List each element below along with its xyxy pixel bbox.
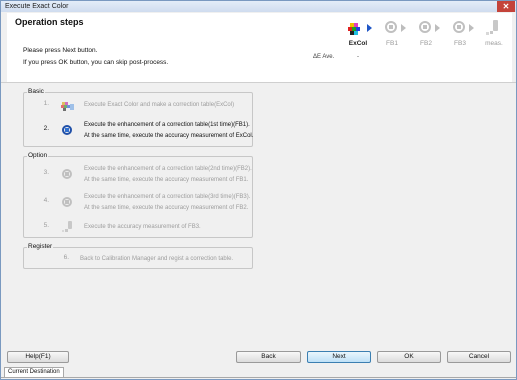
- step-header-label: FB1: [386, 40, 398, 47]
- delta-e-value: -: [357, 54, 359, 60]
- step-header-fb2: FB2: [411, 17, 441, 51]
- arrow-right-icon: [435, 24, 440, 32]
- arrow-right-icon: [401, 24, 406, 32]
- basic-group-label: Basic: [27, 88, 45, 95]
- header-divider: [1, 82, 516, 83]
- option-group-label: Option: [27, 152, 49, 159]
- step-text-secondary: At the same time, execute the accuracy m…: [84, 205, 249, 211]
- step-header-label: meas.: [485, 40, 503, 47]
- instruction-line-1: Please press Next button.: [23, 47, 98, 54]
- step-header-label: FB2: [420, 40, 432, 47]
- refresh-cycle-icon: [60, 123, 76, 137]
- step-text-secondary: At the same time, execute the accuracy m…: [84, 133, 254, 139]
- refresh-cycle-icon: [60, 167, 76, 181]
- step-header-label: FB3: [454, 40, 466, 47]
- step-number: 6.: [63, 254, 69, 261]
- close-button[interactable]: ✕: [497, 1, 515, 12]
- ok-button[interactable]: OK: [377, 351, 441, 363]
- step-header-meas: meas.: [479, 17, 509, 51]
- header-panel: Operation steps Please press Next button…: [7, 13, 512, 82]
- register-group-label: Register: [27, 243, 54, 250]
- step-row-5: 5. Execute the accuracy measurement of F…: [24, 220, 252, 236]
- status-divider: [1, 377, 516, 378]
- step-number: 4.: [43, 197, 49, 204]
- step-text: Back to Calibration Manager and regist a…: [80, 256, 234, 262]
- step-header-label: ExCol: [348, 40, 368, 47]
- delta-e-label: ΔE Ave.: [313, 54, 335, 60]
- step-number: 2.: [43, 125, 49, 132]
- step-row-3: 3. Execute the enhancement of a correcti…: [24, 163, 252, 187]
- basic-group: Basic 1. Execute Exact Color and make a …: [23, 88, 254, 147]
- refresh-cycle-icon: [60, 195, 76, 209]
- step-text: Execute the accuracy measurement of FB3.: [84, 224, 201, 230]
- step-row-1: 1. Execute Exact Color and make a correc…: [24, 98, 252, 114]
- cancel-button[interactable]: Cancel: [447, 351, 511, 363]
- help-button[interactable]: Help(F1): [7, 351, 69, 363]
- execute-exact-color-window: Execute Exact Color ✕ Operation steps Pl…: [0, 0, 517, 380]
- step-header-fb3: FB3: [445, 17, 475, 51]
- measure-pen-icon: [60, 220, 76, 234]
- title-bar: Execute Exact Color: [1, 1, 516, 12]
- arrow-right-icon: [469, 24, 474, 32]
- step-text: Execute Exact Color and make a correctio…: [84, 102, 235, 108]
- step-number: 1.: [43, 100, 49, 107]
- back-button[interactable]: Back: [236, 351, 301, 363]
- step-text-secondary: At the same time, execute the accuracy m…: [84, 177, 249, 183]
- step-row-6: 6. Back to Calibration Manager and regis…: [24, 253, 252, 267]
- page-title: Operation steps: [15, 17, 84, 27]
- step-header-fb1: FB1: [377, 17, 407, 51]
- step-header-excol: ExCol: [343, 17, 373, 51]
- step-row-2: 2. Execute the enhancement of a correcti…: [24, 118, 254, 144]
- register-group: Register 6. Back to Calibration Manager …: [23, 243, 253, 269]
- current-destination-tab[interactable]: Current Destination: [4, 367, 64, 377]
- step-number: 5.: [43, 222, 49, 229]
- color-patches-icon: [60, 99, 76, 113]
- arrow-right-icon: [367, 24, 372, 32]
- window-title: Execute Exact Color: [5, 3, 69, 10]
- step-number: 3.: [43, 169, 49, 176]
- instruction-line-2: If you press OK button, you can skip pos…: [23, 59, 169, 66]
- next-button[interactable]: Next: [307, 351, 371, 363]
- option-group: Option 3. Execute the enhancement of a c…: [23, 152, 253, 238]
- measure-pen-icon: [486, 20, 498, 35]
- step-row-4: 4. Execute the enhancement of a correcti…: [24, 191, 252, 215]
